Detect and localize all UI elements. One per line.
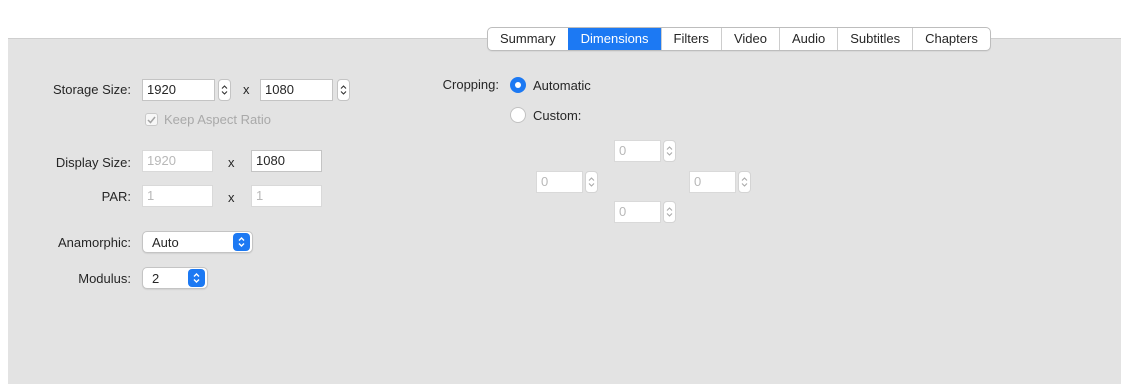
par-x-separator: x <box>228 190 235 205</box>
crop-bottom-field[interactable]: 0 <box>614 201 661 223</box>
storage-height-stepper[interactable] <box>337 79 350 101</box>
keep-aspect-ratio-checkbox[interactable]: Keep Aspect Ratio <box>145 112 271 127</box>
anamorphic-value: Auto <box>152 234 179 250</box>
checkmark-icon <box>147 116 156 124</box>
stepper-arrows-icon <box>588 177 595 187</box>
par-label: PAR: <box>101 189 131 204</box>
modulus-popup[interactable]: 2 <box>142 267 208 289</box>
keep-aspect-ratio-label: Keep Aspect Ratio <box>164 112 271 127</box>
crop-right-stepper[interactable] <box>738 171 751 193</box>
cropping-custom-label: Custom: <box>533 107 582 123</box>
radio-unselected-icon <box>510 107 526 123</box>
cropping-label: Cropping: <box>442 77 499 92</box>
stepper-arrows-icon <box>741 177 748 187</box>
crop-top-stepper[interactable] <box>663 140 676 162</box>
display-size-label: Display Size: <box>55 155 131 170</box>
tab-summary[interactable]: Summary <box>488 28 568 50</box>
stepper-arrows-icon <box>666 207 673 217</box>
popup-arrows-icon <box>233 233 250 251</box>
storage-size-label: Storage Size: <box>52 82 131 97</box>
tab-audio[interactable]: Audio <box>778 28 837 50</box>
storage-x-separator: x <box>243 82 250 97</box>
cropping-custom-radio[interactable]: Custom: <box>510 107 581 123</box>
anamorphic-label: Anamorphic: <box>58 235 131 250</box>
tab-bar: Summary Dimensions Filters Video Audio S… <box>487 27 991 51</box>
tab-video[interactable]: Video <box>720 28 779 50</box>
storage-width-field[interactable]: 1920 <box>142 79 215 101</box>
crop-left-field[interactable]: 0 <box>536 171 583 193</box>
radio-selected-icon <box>510 77 526 93</box>
modulus-value: 2 <box>152 270 160 286</box>
par-width-field[interactable]: 1 <box>142 185 213 207</box>
popup-arrows-icon <box>188 269 205 287</box>
tab-chapters[interactable]: Chapters <box>912 28 990 50</box>
par-height-field[interactable]: 1 <box>251 185 322 207</box>
stepper-arrows-icon <box>340 85 347 95</box>
crop-top-field[interactable]: 0 <box>614 140 661 162</box>
crop-left-stepper[interactable] <box>585 171 598 193</box>
storage-width-stepper[interactable] <box>218 79 231 101</box>
tab-filters[interactable]: Filters <box>660 28 721 50</box>
crop-bottom-stepper[interactable] <box>663 201 676 223</box>
tab-subtitles[interactable]: Subtitles <box>837 28 912 50</box>
stepper-arrows-icon <box>666 146 673 156</box>
crop-right-field[interactable]: 0 <box>689 171 736 193</box>
cropping-automatic-label: Automatic <box>533 77 591 93</box>
display-width-field[interactable]: 1920 <box>142 150 213 172</box>
display-x-separator: x <box>228 155 235 170</box>
display-height-field[interactable]: 1080 <box>251 150 322 172</box>
checkbox-box <box>145 113 158 126</box>
storage-height-field[interactable]: 1080 <box>260 79 333 101</box>
tab-dimensions[interactable]: Dimensions <box>567 28 661 50</box>
stepper-arrows-icon <box>221 85 228 95</box>
cropping-automatic-radio[interactable]: Automatic <box>510 77 591 93</box>
anamorphic-popup[interactable]: Auto <box>142 231 253 253</box>
modulus-label: Modulus: <box>78 271 131 286</box>
